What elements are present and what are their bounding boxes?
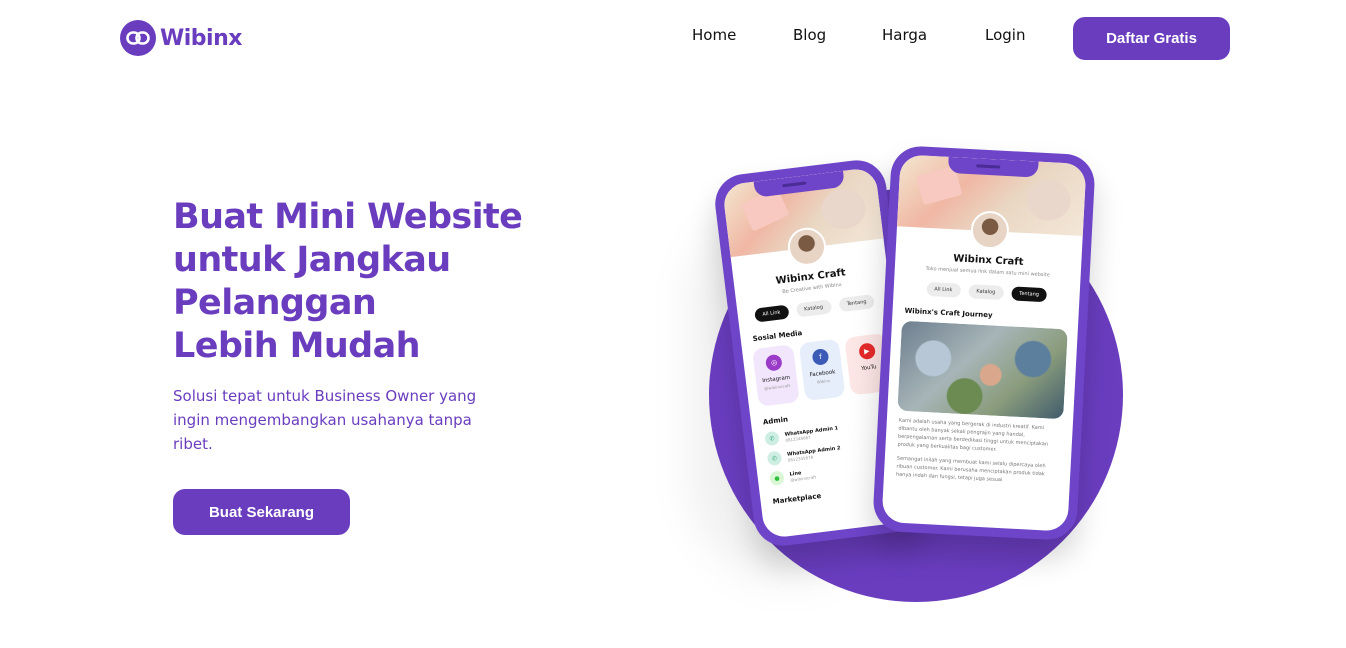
tab-tentang[interactable]: Tentang [1010,286,1048,303]
line-icon: ● [769,470,785,486]
nav-login[interactable]: Login [985,26,1025,44]
link-icon [120,20,156,56]
hero-subtitle: Solusi tepat untuk Business Owner yang i… [173,387,477,453]
top-nav: Wibinx Home Blog Harga Login Daftar Grat… [0,0,1346,80]
nav-harga[interactable]: Harga [882,26,927,44]
social-card-facebook[interactable]: f Facebook Wibinx [798,338,846,402]
hero-title-line: Lebih Mudah [173,326,421,366]
brand-logo[interactable]: Wibinx [120,20,242,56]
hero-title-line: Pelanggan [173,283,377,323]
nav-home[interactable]: Home [692,26,736,44]
hero-title-line: Buat Mini Website [173,197,523,237]
card-sub: @wibinxcraft [763,382,791,392]
youtube-icon: ▶ [857,342,876,361]
card-sub: Wibinx [816,377,831,385]
tab-katalog[interactable]: Katalog [795,299,832,318]
tab-all-link[interactable]: All Link [925,281,961,298]
tab-katalog[interactable]: Katalog [967,284,1004,300]
phone-mockup-front: Wibinx Craft Toko menjual semua link dal… [872,144,1096,542]
card-label: YouTu [860,364,877,373]
hero-title-line: untuk Jangkau [173,240,451,280]
create-now-button[interactable]: Buat Sekarang [173,489,350,535]
about-paragraph: Semangat inilah yang membuat kami selalu… [895,455,1046,484]
facebook-icon: f [811,348,830,366]
about-paragraph: Kami adalah usaha yang bergerak di indus… [897,417,1049,453]
instagram-icon: ◎ [765,353,784,372]
brand-name: Wibinx [160,25,242,51]
card-label: Facebook [809,369,836,379]
tab-row: All Link Katalog Tentang [893,280,1079,304]
whatsapp-icon: ✆ [764,430,780,447]
social-card-instagram[interactable]: ◎ Instagram @wibinxcraft [752,344,800,407]
phone-screen: Wibinx Craft Toko menjual semua link dal… [881,154,1087,532]
craft-photo [897,320,1068,420]
signup-button[interactable]: Daftar Gratis [1073,17,1230,60]
whatsapp-icon: ✆ [766,450,783,467]
nav-blog[interactable]: Blog [793,26,826,44]
tab-all-link[interactable]: All Link [753,304,790,323]
hero-title: Buat Mini Website untuk Jangkau Pelangga… [173,196,533,368]
tab-tentang[interactable]: Tentang [838,294,876,313]
